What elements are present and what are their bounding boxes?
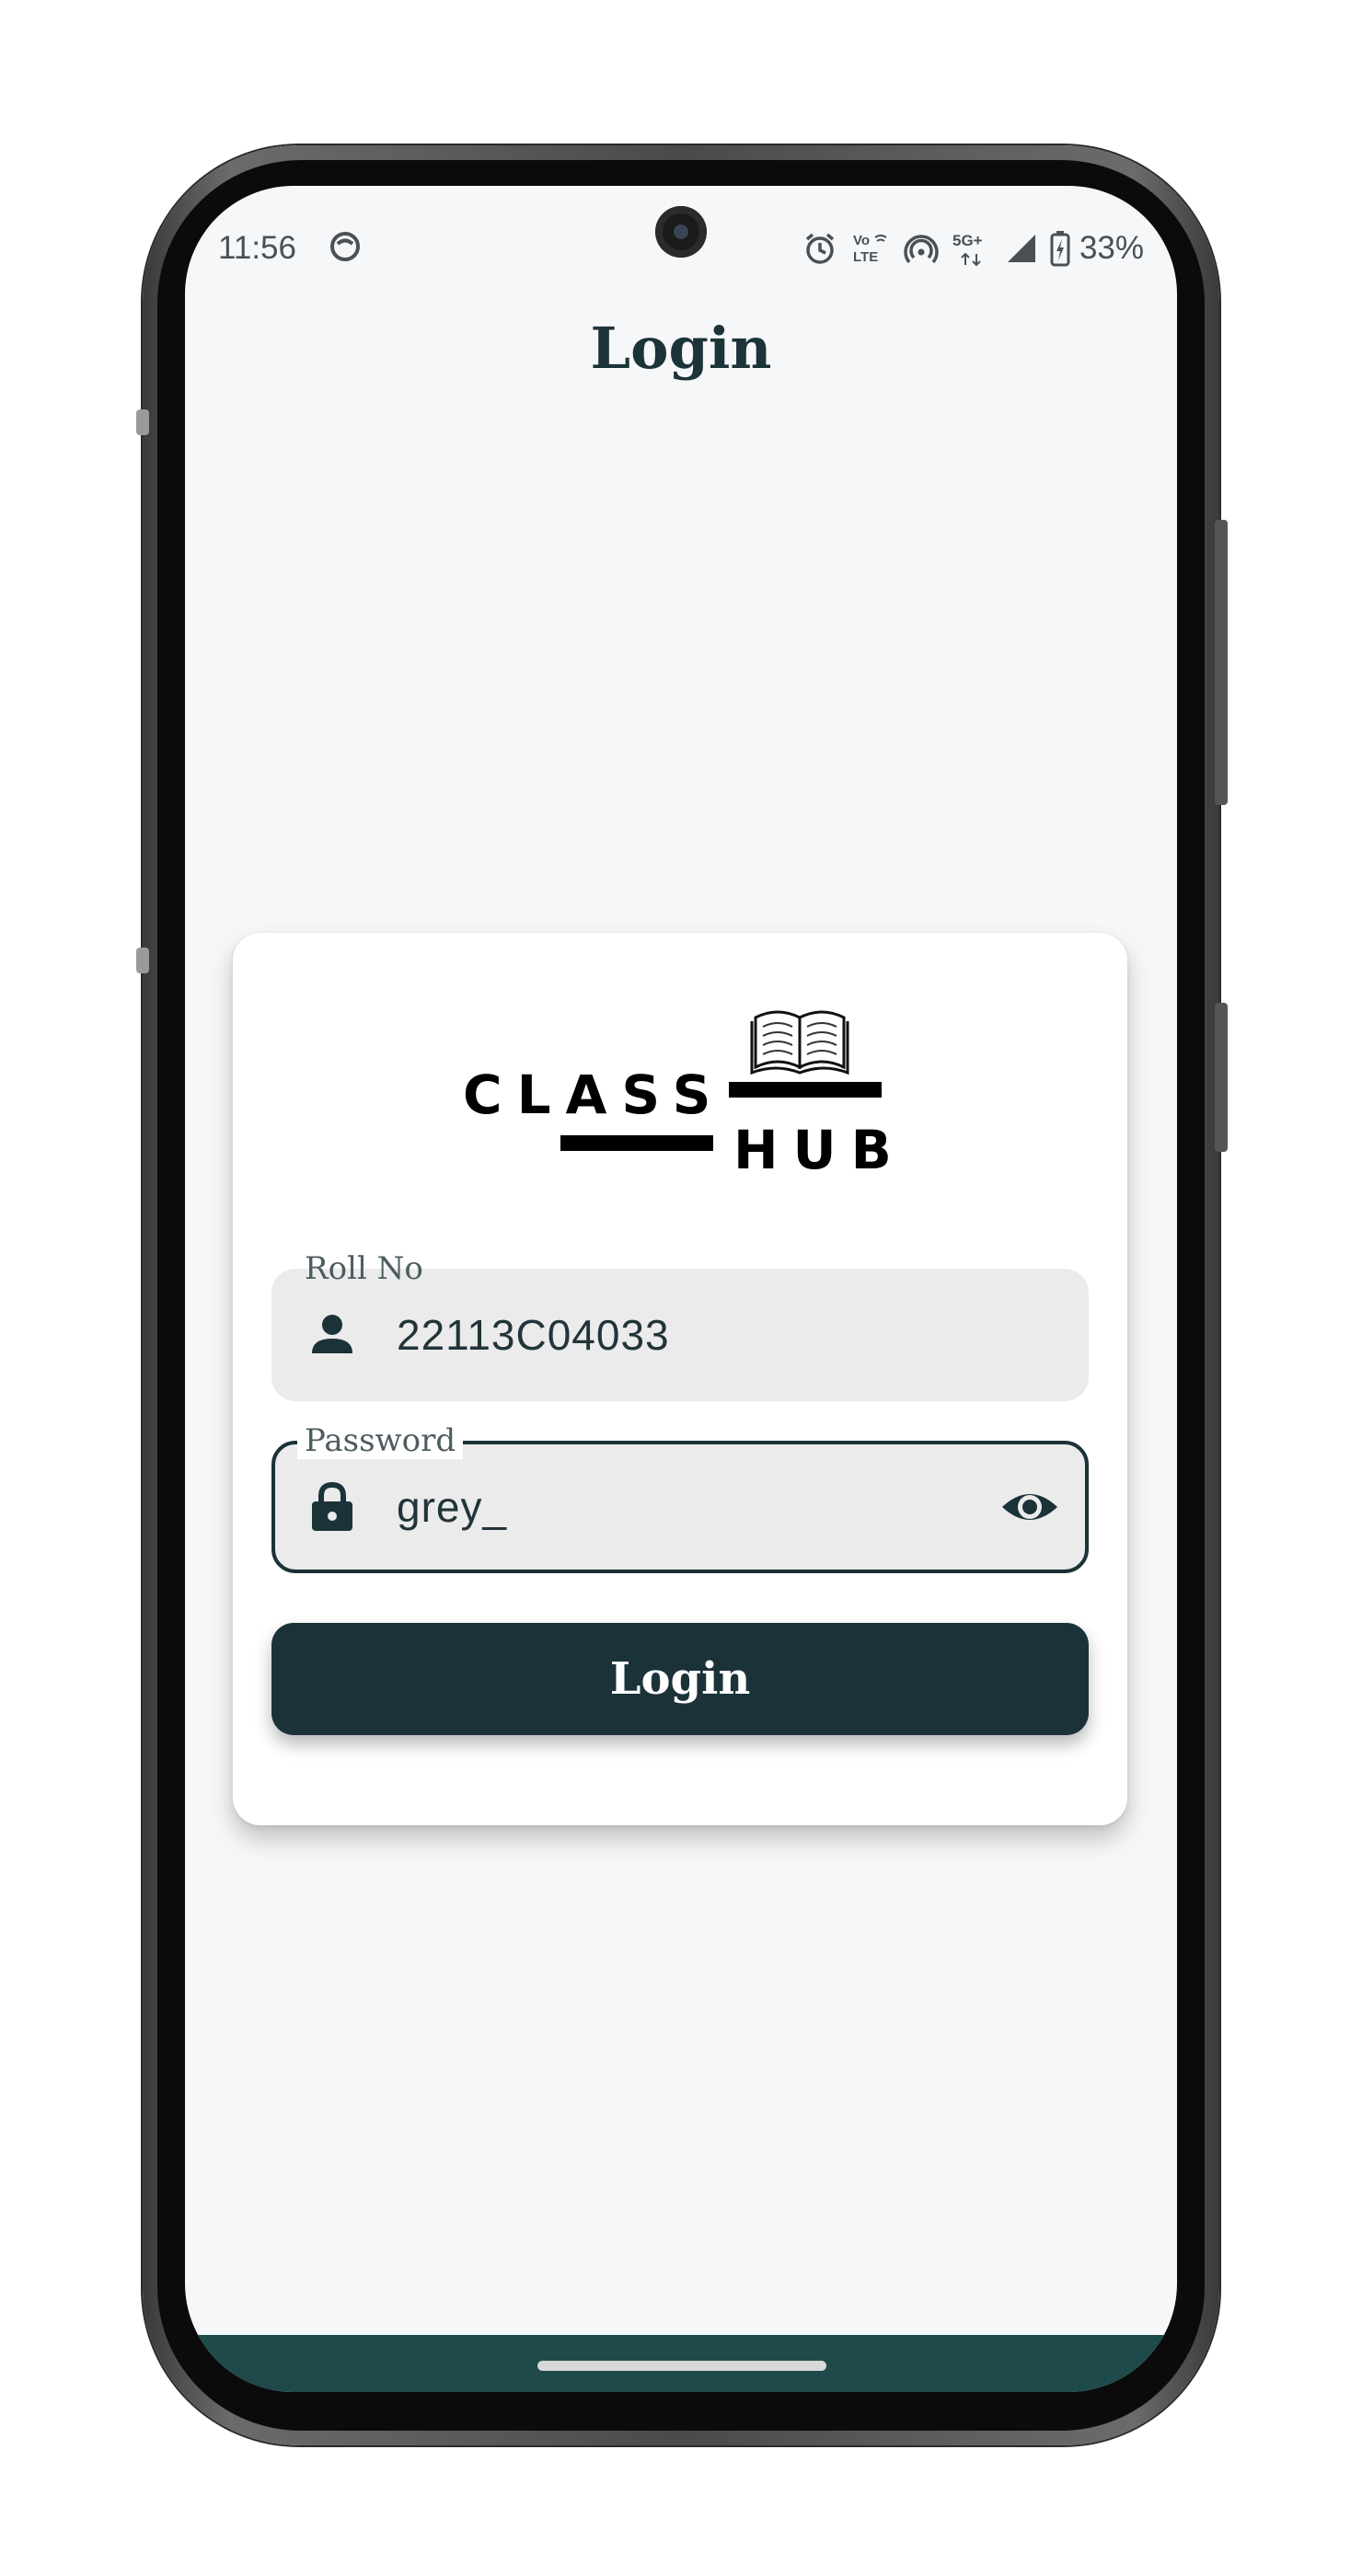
home-indicator[interactable] [537, 2361, 826, 2371]
status-icons: Vo LTE 5G+ 33% [802, 223, 1144, 274]
battery-charging-icon [1050, 231, 1070, 267]
lock-icon [312, 1481, 352, 1531]
logo-word-class: CLASS [463, 1064, 725, 1126]
network-5g-icon: 5G+ [952, 232, 983, 267]
power-button [1215, 520, 1228, 805]
battery-percentage: 33% [1079, 230, 1144, 266]
frame-antenna-line [136, 409, 149, 435]
front-camera [655, 206, 707, 258]
volte-icon: Vo LTE [853, 233, 887, 265]
classhub-logo: CLASS HUB [463, 1010, 895, 1179]
app-notification-icon [330, 232, 360, 261]
navigation-bar [185, 2335, 1177, 2392]
roll-number-field[interactable]: 22113C04033 [271, 1269, 1089, 1401]
logo-word-hub: HUB [733, 1119, 895, 1179]
page-title: Login [590, 315, 772, 382]
volume-button [1215, 1003, 1228, 1152]
login-button[interactable]: Login [271, 1623, 1089, 1735]
login-card: CLASS HUB 22113C04033 Roll No grey_ Pass… [233, 933, 1127, 1825]
password-field[interactable]: grey_ [271, 1441, 1089, 1573]
roll-number-label: Roll No [305, 1250, 423, 1287]
eye-icon[interactable] [1000, 1481, 1059, 1533]
hotspot-icon [904, 235, 939, 264]
password-value[interactable]: grey_ [397, 1481, 507, 1533]
book-icon [750, 1010, 849, 1075]
person-icon [312, 1315, 352, 1353]
svg-text:LTE: LTE [853, 249, 878, 265]
roll-number-value[interactable]: 22113C04033 [397, 1309, 670, 1361]
frame-antenna-line [136, 948, 149, 973]
password-label: Password [297, 1422, 464, 1459]
svg-text:Vo: Vo [853, 233, 870, 248]
screen: 11:56 Vo LTE 5G+ 33% Login CLASS HUB 221… [185, 186, 1177, 2392]
alarm-icon [805, 233, 835, 264]
network-label: 5G+ [952, 232, 983, 249]
signal-icon [1007, 235, 1035, 262]
status-time: 11:56 [218, 230, 296, 266]
